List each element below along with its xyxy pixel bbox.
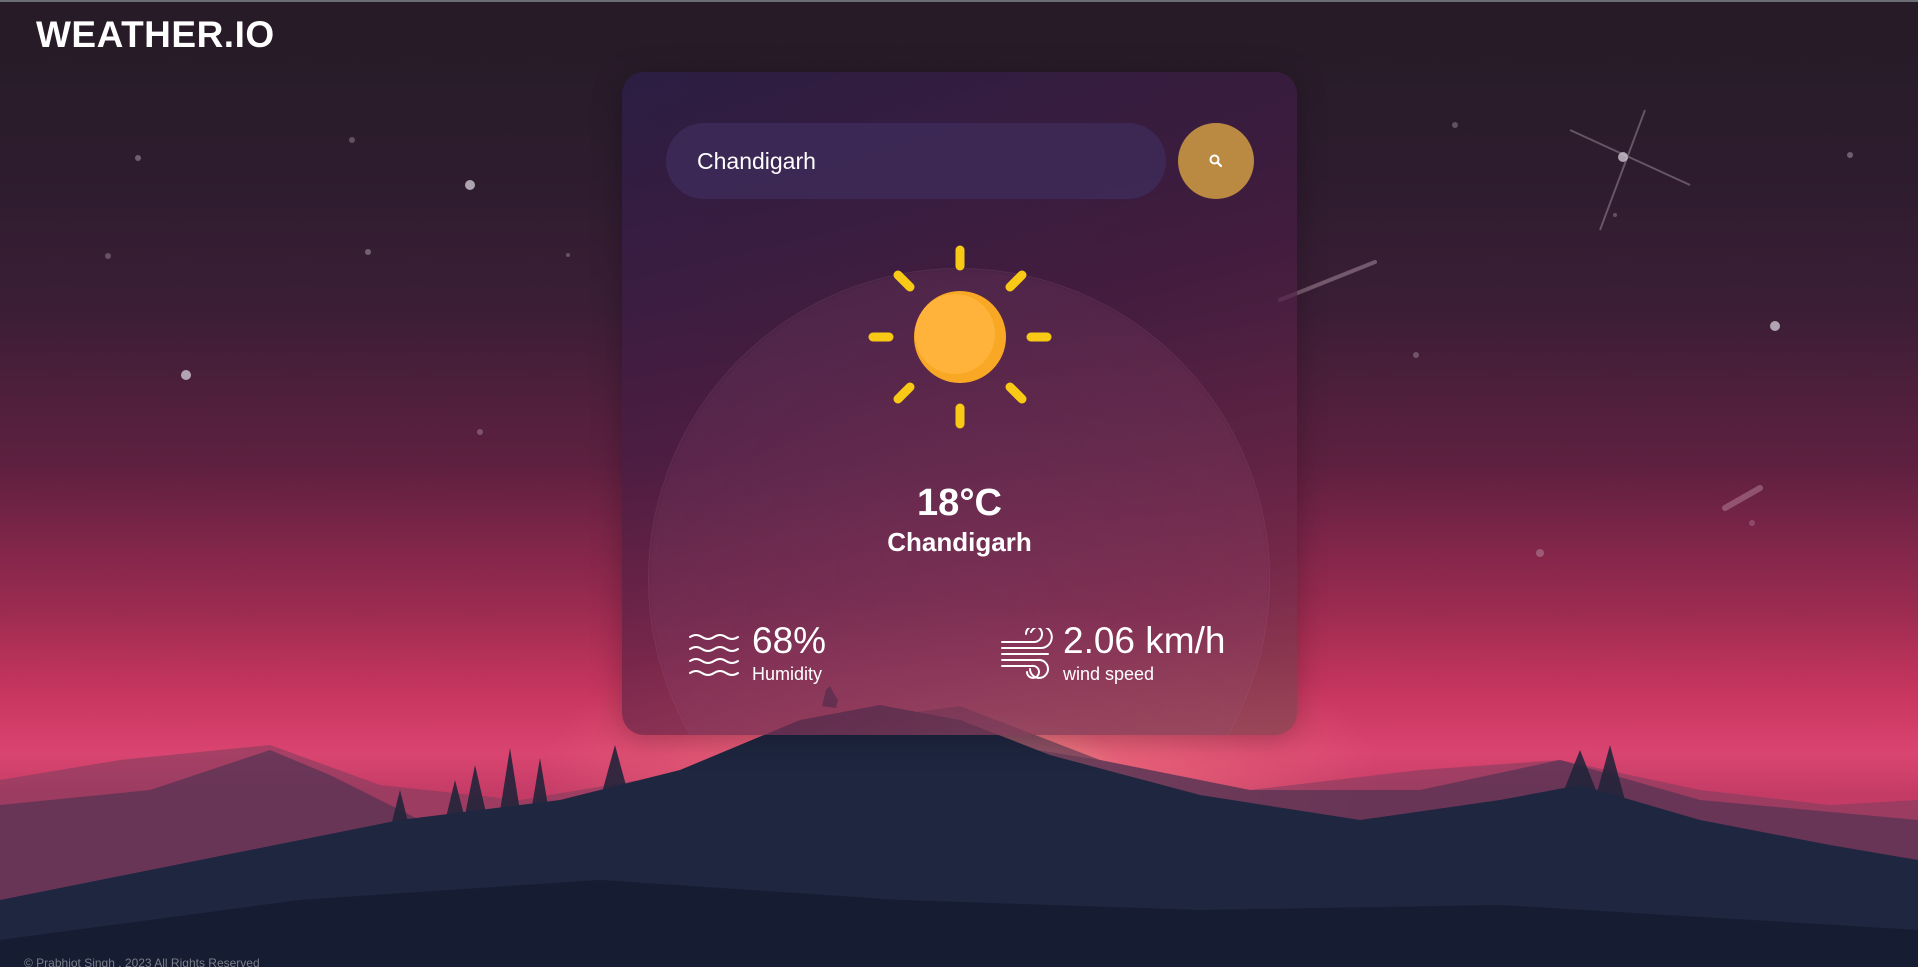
- sparkle-star: [1569, 109, 1691, 231]
- city-search-input[interactable]: [666, 123, 1166, 199]
- footer-copyright: © Prabhjot Singh . 2023 All Rights Reser…: [24, 956, 260, 967]
- weather-card: 18°C Chandigarh 68% Humidity 2.06 km/h w…: [622, 72, 1297, 735]
- humidity-label: Humidity: [752, 664, 823, 684]
- search-icon: [1209, 154, 1223, 168]
- humidity-waves-icon: [689, 634, 739, 676]
- sun-icon: [868, 245, 1052, 429]
- wind-icon: [1001, 628, 1053, 679]
- wind-speed-value: 2.06 km/h: [1063, 620, 1226, 661]
- humidity-value: 68%: [752, 620, 827, 661]
- wind-speed-label: wind speed: [1063, 664, 1155, 684]
- shooting-stars: [1278, 260, 1763, 511]
- search-button[interactable]: [1178, 123, 1254, 199]
- city-name: Chandigarh: [887, 527, 1032, 557]
- temperature: 18°C: [917, 482, 1002, 524]
- app-logo: WEATHER.IO: [36, 14, 275, 55]
